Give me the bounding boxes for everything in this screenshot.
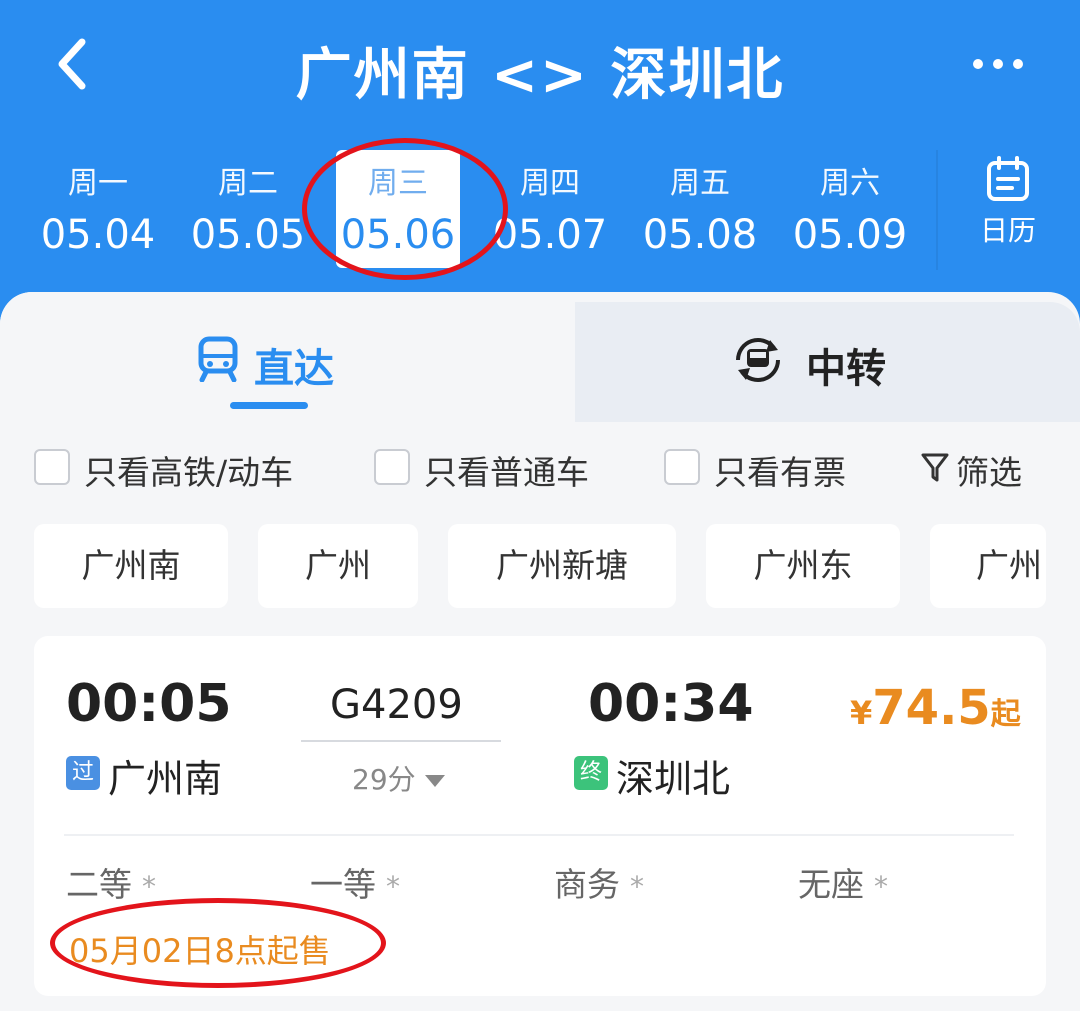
seat-label: 商务 bbox=[554, 865, 620, 904]
seat-availability: * bbox=[874, 870, 888, 903]
from-station: 广州南 bbox=[108, 757, 223, 801]
calendar-button[interactable]: 日历 bbox=[958, 155, 1058, 255]
date-weekday: 周二 bbox=[218, 166, 278, 201]
filter-label-high-speed: 只看高铁/动车 bbox=[84, 453, 294, 492]
filter-row: 只看高铁/动车 只看普通车 只看有票 筛选 bbox=[0, 442, 1080, 492]
active-tab-indicator bbox=[230, 402, 308, 409]
seat-availability: * bbox=[142, 870, 156, 903]
filter-button[interactable]: 筛选 bbox=[920, 444, 1040, 492]
header-bar: 广州南 <> 深圳北 周一 05.04 周二 05.05 周三 05.06 周四… bbox=[0, 0, 1080, 330]
filter-label-has-tickets: 只看有票 bbox=[714, 453, 846, 492]
arrive-time: 00:34 bbox=[588, 674, 754, 734]
date-value: 05.05 bbox=[190, 212, 306, 258]
seat-label: 无座 bbox=[798, 865, 864, 904]
seat-label: 一等 bbox=[310, 865, 376, 904]
more-button[interactable] bbox=[966, 42, 1030, 86]
duration[interactable]: 29分 bbox=[352, 758, 445, 798]
date-weekday: 周一 bbox=[68, 166, 128, 201]
caret-down-icon bbox=[424, 775, 445, 787]
train-number: G4209 bbox=[330, 682, 463, 728]
station-chip[interactable]: 广州新塘 bbox=[448, 524, 676, 608]
checkbox-has-tickets[interactable] bbox=[664, 449, 700, 485]
station-chip[interactable]: 广州南 bbox=[34, 524, 228, 608]
date-item-0505[interactable]: 周二 05.05 bbox=[184, 150, 312, 268]
transfer-icon bbox=[736, 338, 780, 382]
seat-business: 商务 * bbox=[554, 858, 644, 906]
tab-direct-label: 直达 bbox=[254, 346, 334, 392]
seat-standing: 无座 * bbox=[798, 858, 888, 906]
station-chip[interactable]: 广州 bbox=[930, 524, 1046, 608]
seat-label: 二等 bbox=[66, 865, 132, 904]
more-dots-icon bbox=[973, 59, 1023, 69]
checkbox-high-speed[interactable] bbox=[34, 449, 70, 485]
date-value: 05.09 bbox=[792, 212, 908, 258]
highlight-circle-sale bbox=[50, 898, 386, 988]
station-chip-row: 广州南 广州 广州新塘 广州东 广州 bbox=[0, 524, 1080, 608]
date-weekday: 周六 bbox=[820, 166, 880, 201]
date-item-0509[interactable]: 周六 05.09 bbox=[786, 150, 914, 268]
duration-text: 29分 bbox=[352, 763, 416, 796]
date-weekday: 周五 bbox=[670, 166, 730, 201]
checkbox-regular-train[interactable] bbox=[374, 449, 410, 485]
route-title: 广州南 <> 深圳北 bbox=[295, 43, 785, 108]
price: ¥74.5起 bbox=[850, 680, 1021, 736]
date-value: 05.08 bbox=[642, 212, 758, 258]
to-station: 深圳北 bbox=[616, 757, 731, 801]
seat-first-class: 一等 * bbox=[310, 858, 400, 906]
filter-button-label: 筛选 bbox=[956, 453, 1022, 492]
date-item-0504[interactable]: 周一 05.04 bbox=[34, 150, 162, 268]
tab-transfer-label: 中转 bbox=[806, 346, 886, 392]
train-icon bbox=[198, 336, 238, 382]
date-item-0508[interactable]: 周五 05.08 bbox=[636, 150, 764, 268]
seat-second-class: 二等 * bbox=[66, 858, 156, 906]
pass-through-tag: 过 bbox=[66, 756, 100, 790]
price-suffix: 起 bbox=[990, 697, 1021, 732]
station-chip[interactable]: 广州 bbox=[258, 524, 418, 608]
seat-availability: * bbox=[386, 870, 400, 903]
depart-time: 00:05 bbox=[66, 674, 232, 734]
seat-availability: * bbox=[630, 870, 644, 903]
calendar-icon bbox=[987, 156, 1029, 201]
card-divider bbox=[64, 834, 1014, 836]
route-line bbox=[301, 740, 501, 742]
station-chip[interactable]: 广州东 bbox=[706, 524, 900, 608]
terminal-tag: 终 bbox=[574, 756, 608, 790]
date-value: 05.04 bbox=[40, 212, 156, 258]
price-value: 74.5 bbox=[872, 680, 991, 736]
date-divider bbox=[936, 150, 938, 270]
funnel-icon bbox=[921, 453, 949, 482]
price-symbol: ¥ bbox=[850, 694, 873, 732]
highlight-circle-date bbox=[302, 138, 508, 280]
calendar-label: 日历 bbox=[979, 214, 1036, 247]
filter-label-regular-train: 只看普通车 bbox=[424, 453, 589, 492]
